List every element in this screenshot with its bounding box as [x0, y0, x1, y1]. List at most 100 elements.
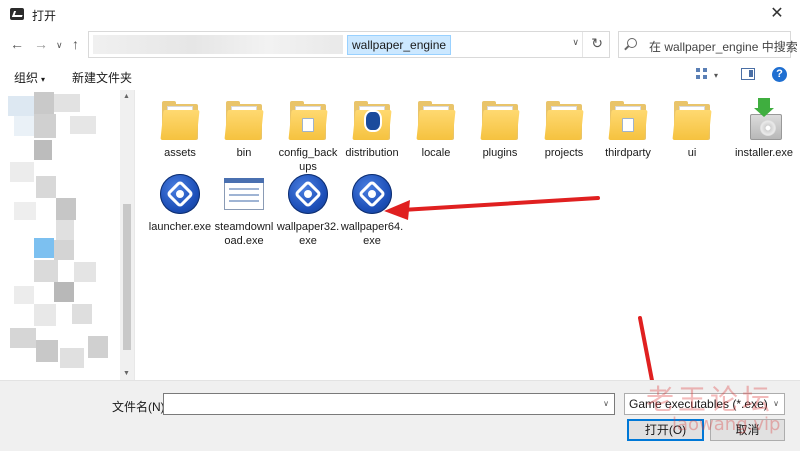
window-title: 打开 — [32, 9, 57, 23]
folder-icon — [156, 96, 204, 144]
pane-divider[interactable] — [134, 90, 135, 380]
change-view-icon[interactable] — [696, 68, 708, 80]
blurred-nav-item — [34, 92, 54, 114]
blurred-nav-item-selected — [34, 238, 54, 258]
blurred-nav-item — [34, 304, 56, 326]
folder-icon — [348, 96, 396, 144]
command-toolbar: 组织 ▾ 新建文件夹 ▾ ? — [0, 62, 800, 90]
scrollbar-thumb[interactable] — [123, 204, 131, 350]
blurred-nav-item — [34, 140, 52, 160]
file-item-label: wallpaper64.exe — [340, 221, 404, 247]
folder-icon — [540, 96, 588, 144]
file-item-label: bin — [236, 147, 252, 159]
file-item-label: locale — [421, 147, 451, 159]
installer-icon — [740, 96, 788, 144]
address-bar[interactable]: wallpaper_engine ∨ ↻ — [88, 31, 610, 58]
file-item-label: launcher.exe — [148, 221, 212, 233]
new-folder-button[interactable]: 新建文件夹 — [72, 69, 132, 86]
address-dropdown-chevron-icon[interactable]: ∨ — [572, 37, 579, 48]
title-bar: 打开 ✕ — [0, 0, 800, 28]
dialog-footer: 文件名(N): ∨ Game executables (*.exe) ∨ 打开(… — [0, 380, 800, 451]
forward-arrow-icon[interactable]: → — [34, 36, 48, 52]
file-item-bin[interactable]: bin — [212, 96, 276, 160]
blurred-nav-item — [10, 328, 36, 348]
blurred-nav-item — [14, 116, 34, 136]
file-item-label: projects — [544, 147, 584, 159]
search-placeholder: 在 wallpaper_engine 中搜索 — [649, 40, 798, 54]
recent-locations-chevron-icon[interactable]: ∨ — [56, 40, 63, 51]
filetype-dropdown-chevron-icon: ∨ — [773, 399, 779, 408]
back-arrow-icon[interactable]: ← — [10, 36, 24, 52]
preview-pane-icon[interactable] — [741, 68, 755, 80]
file-item-wallpaper32[interactable]: wallpaper32.exe — [276, 170, 340, 248]
file-item-label: distribution — [345, 147, 399, 159]
open-button[interactable]: 打开(O) — [627, 419, 704, 441]
filename-dropdown-chevron-icon[interactable]: ∨ — [603, 399, 609, 408]
folder-icon — [220, 96, 268, 144]
refresh-icon[interactable]: ↻ — [591, 35, 603, 52]
organize-menu-button[interactable]: 组织 ▾ — [14, 69, 45, 86]
up-arrow-icon[interactable]: ↑ — [72, 36, 79, 52]
filename-label: 文件名(N): — [112, 400, 168, 414]
blurred-nav-item — [34, 260, 58, 282]
file-item-wallpaper64[interactable]: wallpaper64.exe — [340, 170, 404, 248]
blurred-nav-item — [56, 198, 76, 220]
app-icon — [10, 8, 24, 20]
blurred-nav-item — [54, 94, 80, 112]
blurred-nav-item — [54, 282, 74, 302]
filetype-select[interactable]: Game executables (*.exe) ∨ — [624, 393, 785, 415]
file-item-label: plugins — [482, 147, 518, 159]
blurred-nav-item — [88, 336, 108, 358]
file-list[interactable]: assets bin config_backups distribution l… — [140, 90, 800, 380]
file-item-launcher[interactable]: launcher.exe — [148, 170, 212, 234]
organize-caret-icon: ▾ — [41, 75, 46, 84]
file-item-thirdparty[interactable]: thirdparty — [596, 96, 660, 160]
folder-icon — [412, 96, 460, 144]
blurred-nav-item — [10, 162, 34, 182]
blurred-nav-item — [34, 114, 56, 138]
help-icon[interactable]: ? — [772, 67, 787, 82]
file-item-projects[interactable]: projects — [532, 96, 596, 160]
file-item-config-backups[interactable]: config_backups — [276, 96, 340, 174]
wallpaper-engine-icon — [156, 170, 204, 218]
folder-icon — [476, 96, 524, 144]
blurred-nav-item — [36, 176, 56, 198]
blurred-nav-item — [70, 116, 96, 134]
folder-icon — [604, 96, 652, 144]
blurred-nav-item — [74, 262, 96, 282]
blurred-nav-item — [60, 348, 84, 368]
filename-input[interactable]: ∨ — [163, 393, 615, 415]
address-separator — [582, 32, 583, 57]
organize-label: 组织 — [14, 71, 39, 85]
file-item-installer[interactable]: installer.exe — [732, 96, 796, 160]
scroll-down-icon[interactable]: ▼ — [123, 370, 130, 377]
blurred-nav-item — [36, 340, 58, 362]
close-button[interactable]: ✕ — [754, 0, 800, 28]
wallpaper-engine-icon — [348, 170, 396, 218]
filetype-value: Game executables (*.exe) — [629, 397, 768, 411]
navigation-pane-scrollbar[interactable]: ▲ ▼ — [120, 90, 134, 380]
folder-icon — [668, 96, 716, 144]
view-options-caret-icon[interactable]: ▾ — [714, 71, 718, 80]
file-item-locale[interactable]: locale — [404, 96, 468, 160]
file-item-plugins[interactable]: plugins — [468, 96, 532, 160]
file-item-label: ui — [687, 147, 697, 159]
file-item-assets[interactable]: assets — [148, 96, 212, 160]
steam-window-icon — [220, 170, 268, 218]
search-input[interactable]: 在 wallpaper_engine 中搜索 — [618, 31, 798, 58]
blurred-nav-item — [72, 304, 92, 324]
file-item-distribution[interactable]: distribution — [340, 96, 404, 160]
scroll-up-icon[interactable]: ▲ — [123, 93, 130, 100]
search-icon — [627, 38, 637, 48]
file-item-label: steamdownload.exe — [214, 221, 274, 247]
file-item-steamdownload[interactable]: steamdownload.exe — [212, 170, 276, 248]
blurred-nav-item — [54, 240, 74, 260]
file-item-label: assets — [164, 147, 196, 159]
file-item-ui[interactable]: ui — [660, 96, 724, 160]
cancel-button[interactable]: 取消 — [710, 419, 785, 441]
address-current-folder[interactable]: wallpaper_engine — [347, 35, 452, 55]
folder-icon — [284, 96, 332, 144]
navigation-pane[interactable]: ▲ ▼ — [0, 90, 134, 380]
address-path-blurred — [93, 35, 343, 54]
blurred-nav-item — [56, 220, 74, 240]
